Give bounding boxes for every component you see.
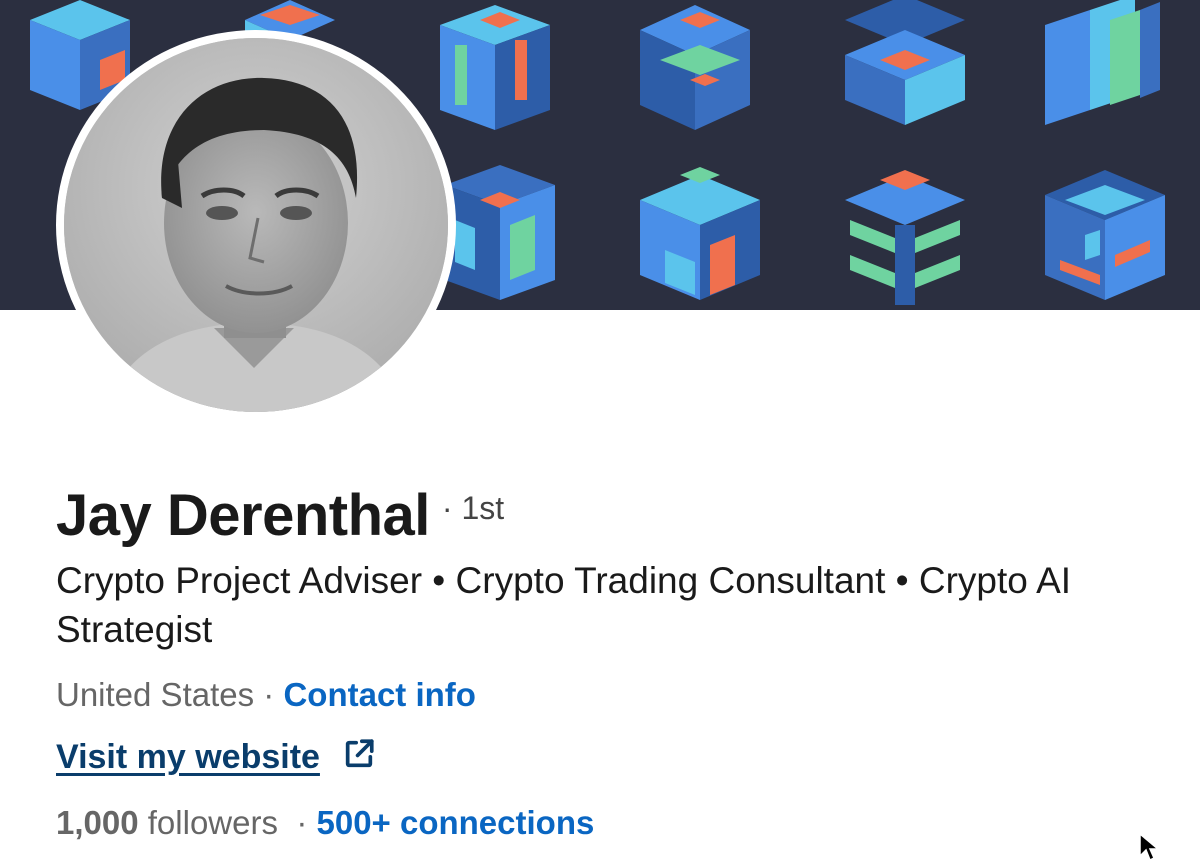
name-row: Jay Derenthal · 1st — [56, 482, 504, 549]
profile-name: Jay Derenthal — [56, 483, 430, 548]
profile-headline: Crypto Project Adviser • Crypto Trading … — [56, 560, 1072, 650]
connections-link[interactable]: 500+ connections — [316, 804, 594, 841]
avatar-frame[interactable] — [56, 30, 456, 420]
avatar[interactable] — [64, 38, 448, 412]
followers-count: 1,000 — [56, 804, 139, 841]
profile-page: Jay Derenthal · 1st Crypto Project Advis… — [0, 0, 1200, 862]
banner-shape — [1045, 170, 1165, 300]
stats-row: 1,000 followers · 500+ connections — [56, 804, 594, 842]
banner-shape — [445, 165, 555, 300]
followers-label: followers — [138, 804, 278, 841]
connection-degree: · 1st — [441, 490, 505, 526]
banner-shape — [440, 5, 550, 130]
banner-shape — [640, 5, 750, 130]
external-link-icon[interactable] — [342, 737, 376, 771]
profile-photo — [64, 38, 448, 412]
visit-website-link[interactable]: Visit my website — [56, 738, 320, 777]
banner-shape — [845, 0, 965, 125]
banner-shape — [1045, 0, 1160, 125]
banner-shape — [640, 167, 760, 300]
profile-location: United States — [56, 676, 255, 713]
stats-separator: · — [277, 804, 317, 841]
website-row: Visit my website — [56, 738, 376, 777]
location-row: United States · Contact info — [56, 676, 476, 714]
location-separator: · — [254, 676, 284, 713]
mouse-pointer-icon — [1138, 832, 1162, 862]
contact-info-link[interactable]: Contact info — [283, 676, 475, 713]
banner-shape — [845, 170, 965, 305]
